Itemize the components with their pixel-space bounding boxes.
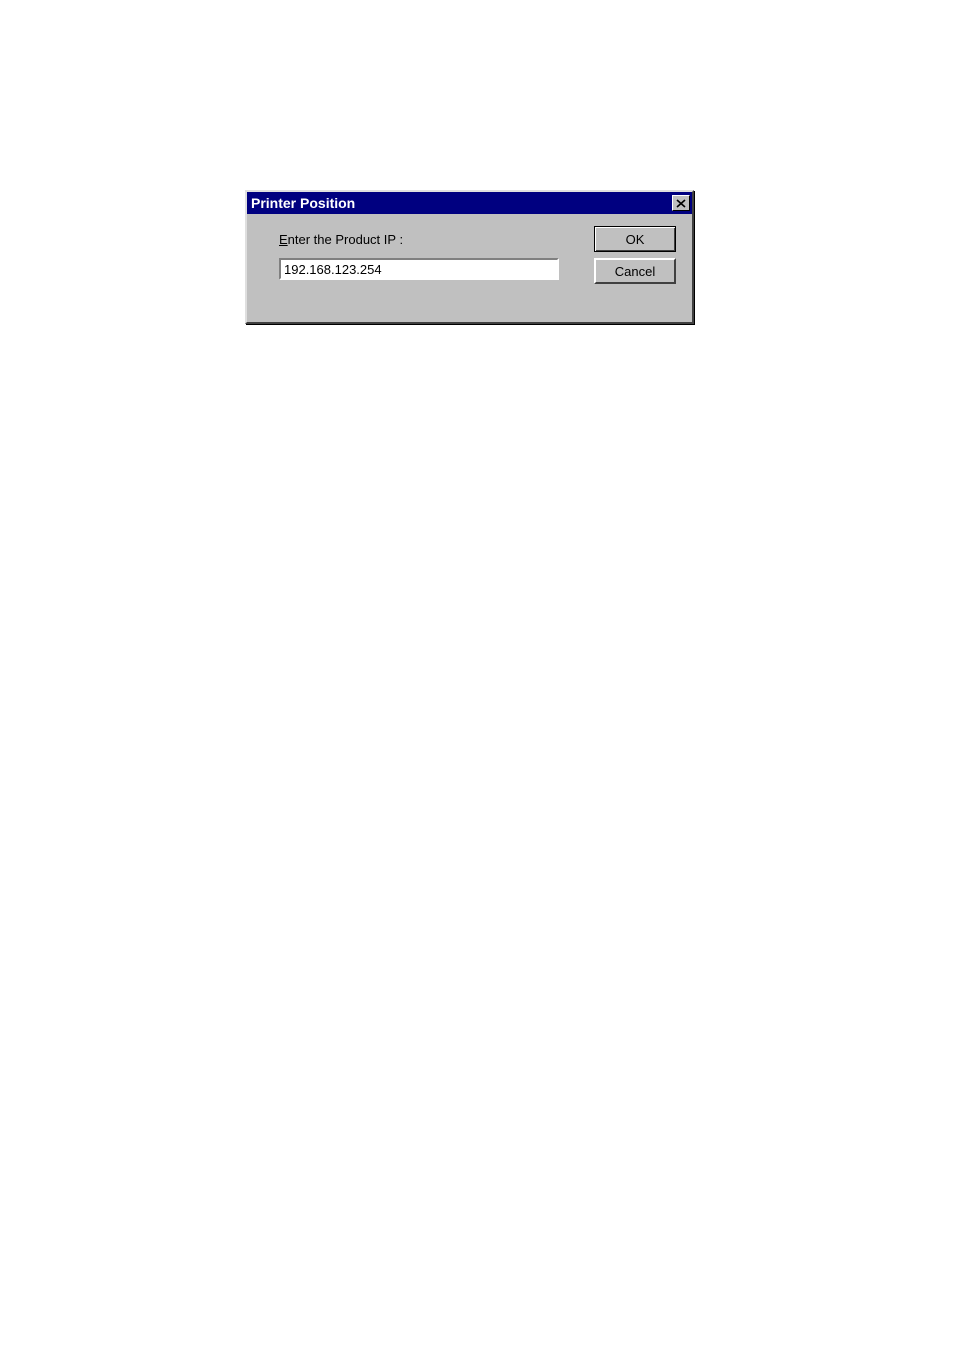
dialog-body: Enter the Product IP : OK Cancel: [247, 214, 692, 322]
window-title: Printer Position: [251, 195, 355, 211]
printer-position-dialog: Printer Position Enter the Product IP : …: [245, 190, 694, 324]
product-ip-input[interactable]: [279, 258, 559, 280]
product-ip-label: Enter the Product IP :: [279, 232, 403, 247]
close-icon: [676, 199, 686, 208]
title-bar: Printer Position: [247, 192, 692, 214]
label-text: nter the Product IP :: [288, 232, 403, 247]
mnemonic-letter: E: [279, 232, 288, 247]
close-button[interactable]: [672, 195, 690, 211]
cancel-button[interactable]: Cancel: [594, 258, 676, 284]
ok-button[interactable]: OK: [594, 226, 676, 252]
